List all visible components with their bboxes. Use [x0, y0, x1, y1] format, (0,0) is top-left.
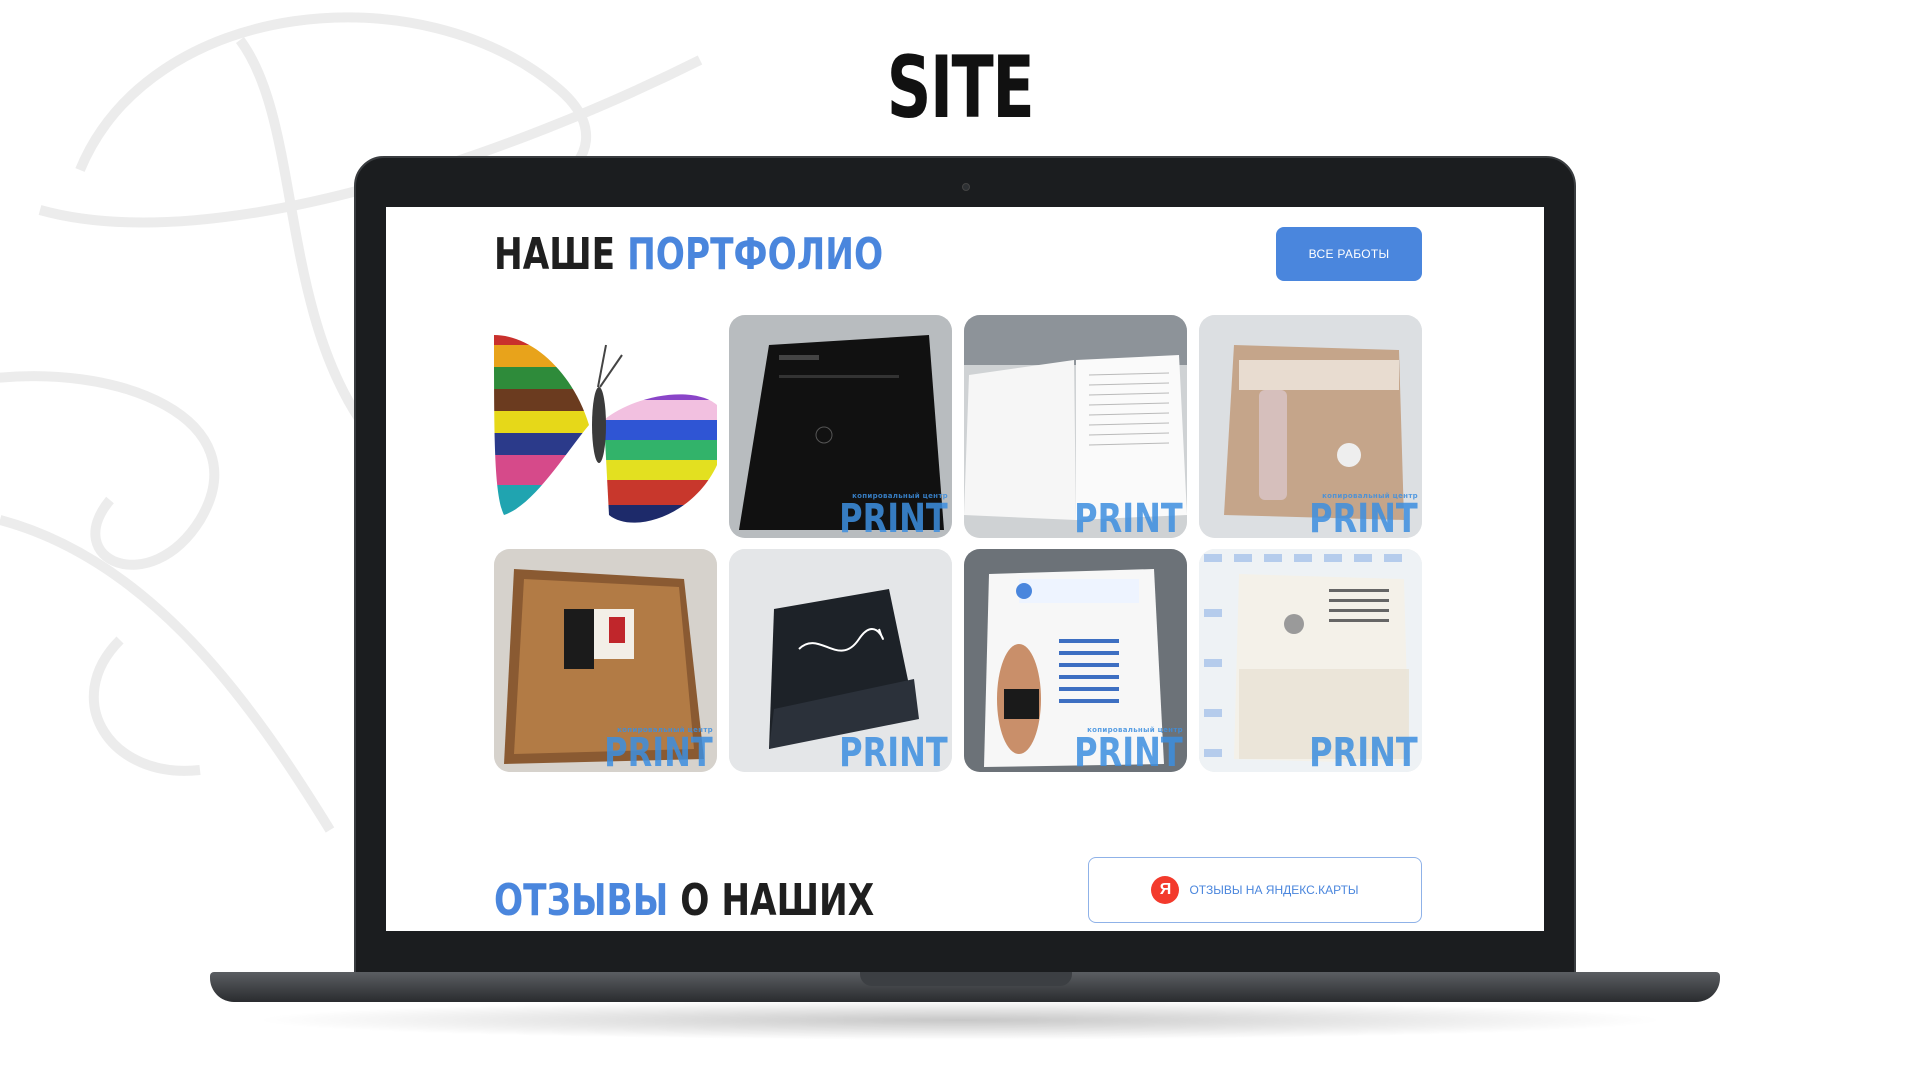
- portfolio-grid: копировальный центр PRINT PRINT копирова…: [494, 315, 1422, 772]
- portfolio-item-open-book[interactable]: PRINT: [964, 315, 1187, 538]
- yandex-icon: Я: [1151, 876, 1180, 904]
- watermark: PRINT: [1309, 730, 1418, 772]
- yandex-reviews-label: Отзывы на Яндекс.Карты: [1189, 883, 1359, 897]
- watermark: копировальный центр PRINT: [604, 726, 713, 772]
- butterfly-image: [494, 335, 717, 523]
- yandex-reviews-button[interactable]: Я Отзывы на Яндекс.Карты: [1088, 857, 1422, 923]
- camera-icon: [962, 183, 970, 191]
- portfolio-item-pattern-document[interactable]: PRINT: [1199, 549, 1422, 772]
- portfolio-item-black-document[interactable]: копировальный центр PRINT: [729, 315, 952, 538]
- laptop-shadow: [250, 1000, 1670, 1040]
- laptop-notch: [860, 972, 1072, 986]
- watermark: копировальный центр PRINT: [1309, 492, 1418, 538]
- all-works-button[interactable]: Все работы: [1276, 227, 1422, 281]
- reviews-title-part2: О НАШИХ: [680, 875, 875, 926]
- portfolio-item-butterfly[interactable]: [494, 315, 717, 538]
- portfolio-item-brochure[interactable]: копировальный центр PRINT: [1199, 315, 1422, 538]
- watermark: копировальный центр PRINT: [839, 492, 948, 538]
- watermark: PRINT: [1074, 496, 1183, 538]
- portfolio-title: НАШЕ ПОРТФОЛИО: [494, 229, 883, 280]
- portfolio-item-onefit-flyer[interactable]: копировальный центр PRINT: [964, 549, 1187, 772]
- watermark: копировальный центр PRINT: [1074, 726, 1183, 772]
- watermark: PRINT: [839, 730, 948, 772]
- portfolio-title-part1: НАШЕ: [494, 229, 616, 280]
- reviews-title: ОТЗЫВЫ О НАШИХ: [494, 875, 874, 926]
- page-heading: SITE: [886, 38, 1035, 138]
- portfolio-item-company-folder[interactable]: копировальный центр PRINT: [494, 549, 717, 772]
- portfolio-title-part2: ПОРТФОЛИО: [627, 229, 884, 280]
- portfolio-item-calligraphy[interactable]: PRINT: [729, 549, 952, 772]
- laptop-screen: НАШЕ ПОРТФОЛИО Все работы: [386, 207, 1544, 931]
- reviews-title-part1: ОТЗЫВЫ: [494, 875, 669, 926]
